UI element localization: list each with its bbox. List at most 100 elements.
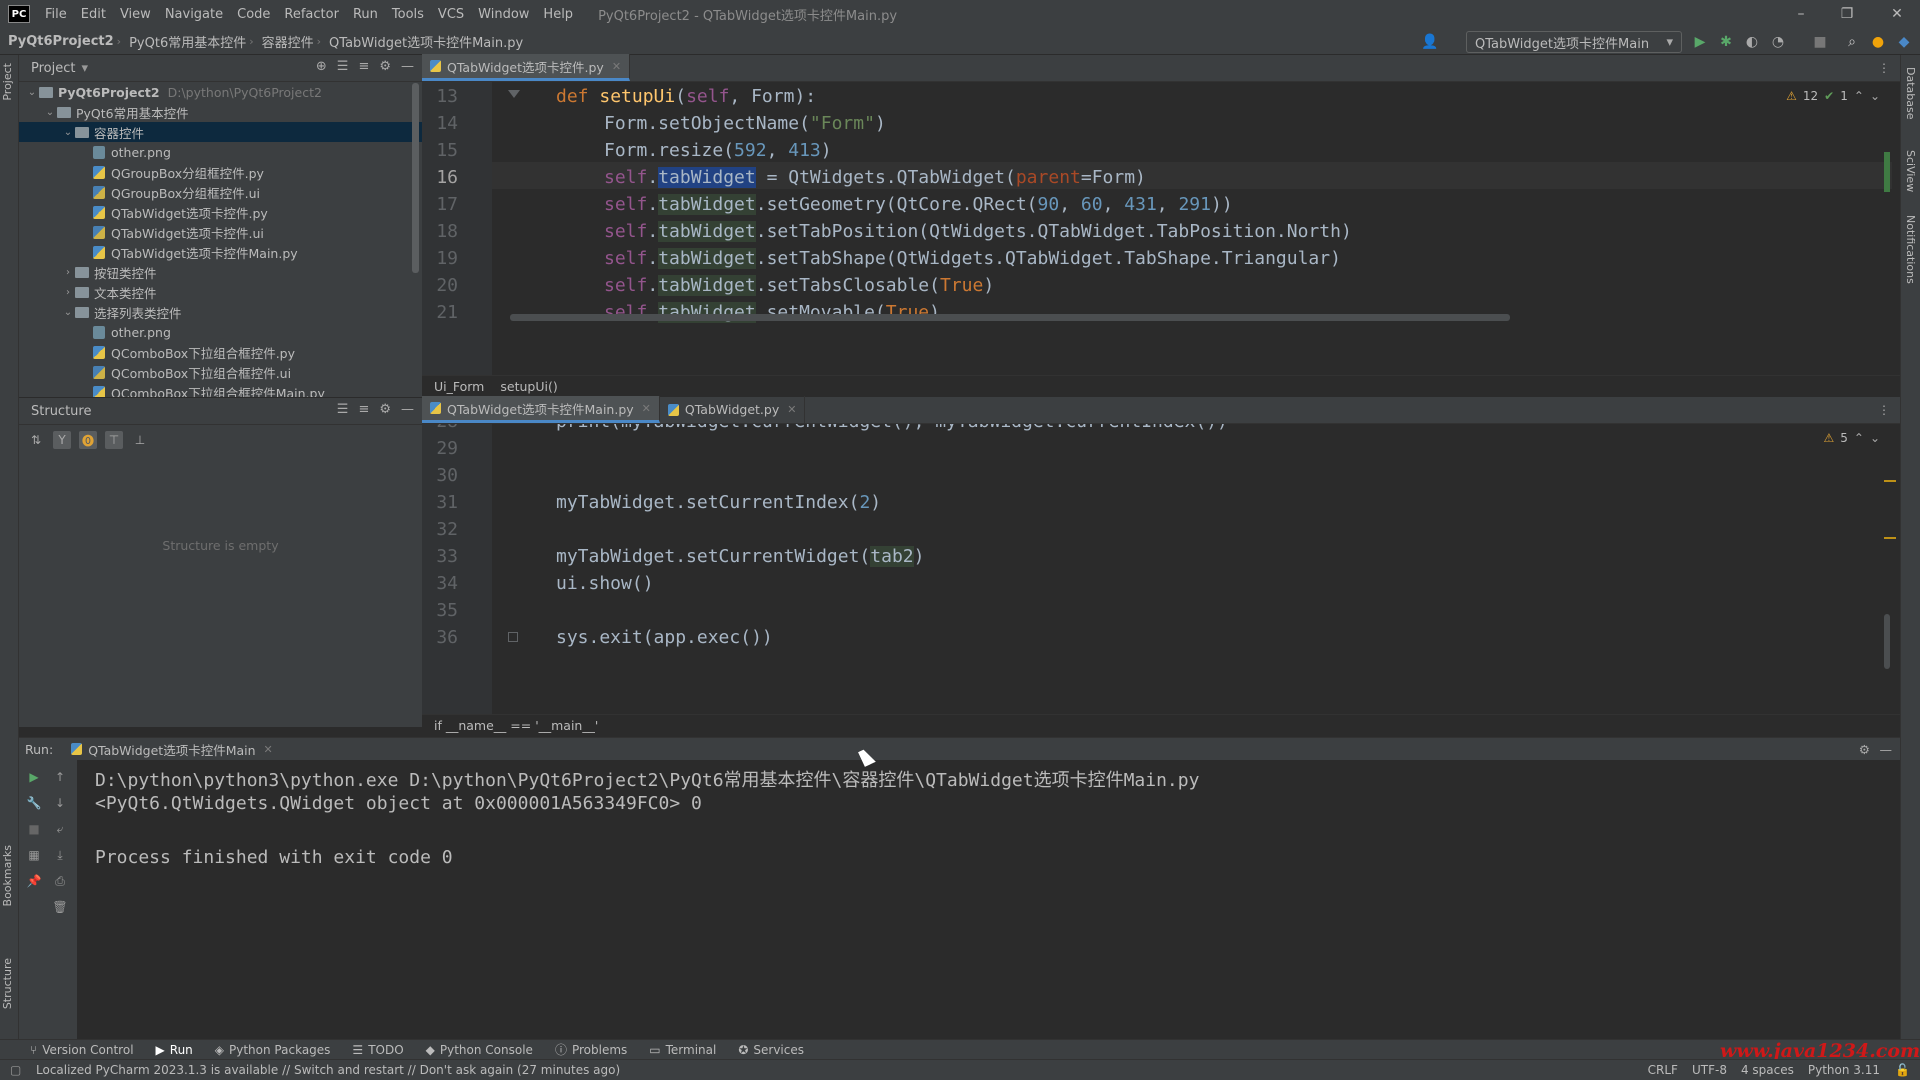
restore-icon[interactable]: ❐	[1824, 0, 1870, 28]
structure-tool-tab[interactable]: Structure	[1, 958, 14, 1009]
editor-tab-main[interactable]: QTabWidget选项卡控件Main.py ✕	[422, 396, 660, 423]
lock-icon[interactable]: 🔓	[1895, 1063, 1910, 1077]
tool-problems[interactable]: ⓘ Problems	[555, 1041, 627, 1058]
menu-refactor[interactable]: Refactor	[277, 7, 346, 22]
tree-item[interactable]: other.png	[19, 142, 422, 162]
debug-icon[interactable]: ✱	[1716, 32, 1736, 52]
close-tab-icon[interactable]: ✕	[787, 403, 796, 416]
tree-item[interactable]: QTabWidget选项卡控件.ui	[19, 222, 422, 242]
collapse-all-icon[interactable]: ≡	[358, 402, 369, 417]
run-config-tab[interactable]: QTabWidget选项卡控件Main ✕	[71, 736, 273, 763]
tree-item[interactable]: ⌄ 容器控件	[19, 122, 422, 142]
soft-wrap-icon[interactable]: ⤶	[51, 820, 69, 838]
tool-services[interactable]: ✪ Services	[738, 1043, 804, 1057]
more-icon[interactable]: ⋮	[1878, 403, 1890, 417]
tree-item[interactable]: › 按钮类控件	[19, 262, 422, 282]
tree-item[interactable]: QComboBox下拉组合框控件.py	[19, 342, 422, 362]
inspection-widget[interactable]: ⚠ 12 ✔ 1 ⌃ ⌄	[1786, 89, 1880, 103]
run-config-selector[interactable]: QTabWidget选项卡控件Main ▾	[1466, 31, 1682, 53]
close-tab-icon[interactable]: ✕	[612, 60, 621, 73]
hide-icon[interactable]: —	[1880, 742, 1893, 757]
print-icon[interactable]: ⎙	[51, 872, 69, 890]
menu-navigate[interactable]: Navigate	[158, 7, 230, 22]
breadcrumb-project[interactable]: PyQt6Project2	[0, 34, 117, 49]
gear-icon[interactable]: ⚙	[1859, 742, 1870, 757]
close-tab-icon[interactable]: ✕	[264, 743, 273, 756]
chevron-up-icon[interactable]: ⌃	[1854, 89, 1864, 103]
notifications-tool-tab[interactable]: Notifications	[1904, 215, 1917, 284]
expand-all-icon[interactable]: ☰	[337, 402, 349, 417]
menu-file[interactable]: File	[38, 7, 74, 22]
close-tab-icon[interactable]: ✕	[642, 402, 651, 415]
tree-item[interactable]: QTabWidget选项卡控件Main.py	[19, 242, 422, 262]
tool-python-console[interactable]: ◆ Python Console	[426, 1043, 533, 1057]
tool-terminal[interactable]: ▭ Terminal	[649, 1043, 716, 1057]
menu-tools[interactable]: Tools	[385, 7, 431, 22]
editor-tab-qtabwidget[interactable]: QTabWidget.py ✕	[660, 396, 806, 423]
tree-item[interactable]: › 文本类控件	[19, 282, 422, 302]
tree-item[interactable]: ⌄ 选择列表类控件	[19, 302, 422, 322]
project-tool-tab[interactable]: Project	[1, 63, 14, 101]
fold-icon[interactable]	[508, 632, 518, 642]
chevron-down-icon[interactable]: ⌄	[25, 87, 39, 98]
rerun-icon[interactable]: ▶	[25, 768, 43, 786]
down-icon[interactable]: ↓	[51, 794, 69, 812]
search-icon[interactable]: ⌕	[1842, 32, 1862, 52]
menu-window[interactable]: Window	[471, 7, 536, 22]
code-area-bottom[interactable]: 28 29 30 31 32 33 34 35 36 print(myTabWidget.cur…	[422, 424, 1900, 714]
trash-icon[interactable]: 🗑	[51, 898, 69, 916]
code-area-top[interactable]: 13 14 15 16 17 18 19 20 21 def setupUi(self, For…	[422, 82, 1900, 375]
scroll-to-end-icon[interactable]: ⤓	[51, 846, 69, 864]
menu-view[interactable]: View	[113, 7, 158, 22]
tool-todo[interactable]: ☰ TODO	[352, 1043, 403, 1057]
stop-icon[interactable]: ■	[1810, 32, 1830, 52]
tree-item[interactable]: QGroupBox分组框控件.ui	[19, 182, 422, 202]
chevron-down-icon[interactable]: ▾	[81, 61, 88, 76]
menu-vcs[interactable]: VCS	[431, 7, 471, 22]
breadcrumb-main-block[interactable]: if __name__ == '__main__'	[434, 718, 598, 733]
chevron-down-icon[interactable]: ⌄	[1870, 431, 1880, 445]
tree-item[interactable]: other.png	[19, 322, 422, 342]
chevron-down-icon[interactable]: ⌄	[61, 307, 75, 318]
breadcrumb-folder[interactable]: PyQt6常用基本控件	[121, 32, 249, 51]
gear-icon[interactable]: ⚙	[379, 59, 391, 74]
chevron-down-icon[interactable]: ⌄	[61, 127, 75, 138]
chevron-right-icon[interactable]: ›	[61, 267, 75, 278]
stop-icon[interactable]: ■	[25, 820, 43, 838]
tree-item[interactable]: QGroupBox分组框控件.py	[19, 162, 422, 182]
run-icon[interactable]: ▶	[1690, 32, 1710, 52]
project-panel-title[interactable]: Project	[31, 61, 75, 76]
filter-icon[interactable]: ⊤	[105, 431, 123, 449]
layout-icon[interactable]: ▢	[10, 1063, 21, 1077]
fold-icon[interactable]	[508, 90, 520, 98]
chevron-down-icon[interactable]: ⌄	[43, 107, 57, 118]
chevron-up-icon[interactable]: ⌃	[1854, 431, 1864, 445]
breadcrumb-file[interactable]: QTabWidget选项卡控件Main.py	[321, 32, 526, 51]
horizontal-scrollbar[interactable]	[510, 314, 1510, 321]
breadcrumb-method[interactable]: setupUi()	[500, 379, 557, 394]
show-inherited-icon[interactable]: ⓿	[79, 431, 97, 449]
update-icon[interactable]: ●	[1868, 32, 1888, 52]
menu-help[interactable]: Help	[536, 7, 580, 22]
wrench-icon[interactable]: 🔧	[25, 794, 43, 812]
python-interpreter[interactable]: Python 3.11	[1808, 1063, 1880, 1077]
expand-all-icon[interactable]: ☰	[337, 59, 349, 74]
hide-icon[interactable]: —	[401, 402, 414, 417]
sort-alpha-icon[interactable]: ⇅	[27, 431, 45, 449]
tool-version-control[interactable]: ⑂ Version Control	[30, 1043, 134, 1057]
menu-run[interactable]: Run	[346, 7, 385, 22]
tree-item[interactable]: QTabWidget选项卡控件.py	[19, 202, 422, 222]
vertical-scrollbar[interactable]	[1884, 614, 1890, 669]
tool-run[interactable]: ▶ Run	[156, 1043, 193, 1057]
pycharm-icon[interactable]: ◆	[1894, 32, 1914, 52]
minimize-icon[interactable]: –	[1778, 0, 1824, 28]
chevron-down-icon[interactable]: ⌄	[1870, 89, 1880, 103]
profile-icon[interactable]: ◔	[1768, 32, 1788, 52]
line-separator[interactable]: CRLF	[1648, 1063, 1678, 1077]
tree-item[interactable]: ⌄ PyQt6常用基本控件	[19, 102, 422, 122]
breadcrumb-class[interactable]: Ui_Form	[434, 379, 484, 394]
tree-item[interactable]: ⌄ PyQt6Project2 D:\python\PyQt6Project2	[19, 82, 422, 102]
file-encoding[interactable]: UTF-8	[1692, 1063, 1727, 1077]
autoscroll-icon[interactable]: ⊥	[131, 431, 149, 449]
tool-python-packages[interactable]: ◈ Python Packages	[215, 1043, 331, 1057]
